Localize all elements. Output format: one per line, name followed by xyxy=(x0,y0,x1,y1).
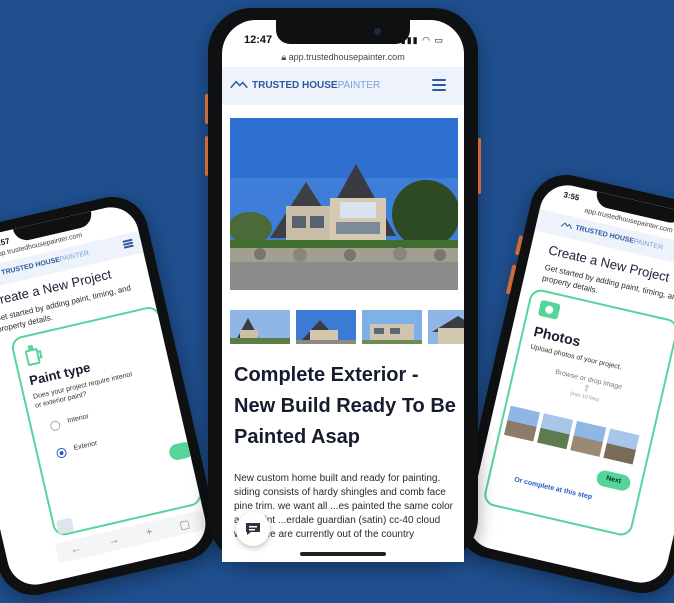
front-camera xyxy=(374,28,381,35)
site-logo[interactable]: TRUSTED HOUSE PAINTER xyxy=(230,79,380,92)
center-phone-screen: 12:47 ▮▮▮ ◠ ▭ 🔒︎ app.trustedhousepainter… xyxy=(222,20,464,562)
gallery-thumb[interactable] xyxy=(296,310,356,344)
hero-house-image[interactable] xyxy=(230,118,458,290)
interior-label: Interior xyxy=(66,413,90,425)
brand-main: TRUSTED HOUSE xyxy=(252,80,338,91)
plus-icon[interactable]: + xyxy=(145,526,154,539)
left-next-button[interactable] xyxy=(167,440,195,462)
lock-icon: 🔒︎ xyxy=(281,52,289,62)
url-text: app.trustedhousepainter.com xyxy=(288,52,405,62)
center-notch xyxy=(276,20,410,44)
center-phone-mockup: 12:47 ▮▮▮ ◠ ▭ 🔒︎ app.trustedhousepainter… xyxy=(205,8,481,562)
right-phone-mockup: 3:55 app.trustedhousepainter.com TRUSTED… xyxy=(450,167,674,601)
photo-thumb[interactable] xyxy=(570,420,607,457)
chat-icon[interactable] xyxy=(236,512,270,546)
exterior-radio[interactable] xyxy=(55,447,68,460)
left-time: 3:57 xyxy=(0,236,11,249)
brand-light: PAINTER xyxy=(337,80,381,91)
photo-thumb[interactable] xyxy=(537,413,574,450)
gallery-thumb[interactable] xyxy=(428,310,464,344)
exterior-label: Exterior xyxy=(73,439,99,453)
gallery-thumb[interactable] xyxy=(362,310,422,344)
forward-icon[interactable]: → xyxy=(107,533,120,547)
camera-icon xyxy=(537,299,561,320)
right-time: 3:55 xyxy=(562,190,581,203)
site-header: TRUSTED HOUSE PAINTER xyxy=(222,67,464,105)
interior-radio[interactable] xyxy=(49,419,62,432)
center-phone-side-button-2 xyxy=(205,136,208,176)
left-phone-mockup: 3:57 🔒︎ app.trustedhousepainter.com TRUS… xyxy=(0,189,223,603)
right-phone-side-button xyxy=(514,235,524,256)
left-paint-type-card: Paint type Does your project require int… xyxy=(9,304,204,538)
photo-thumb[interactable] xyxy=(504,405,540,442)
house-logo-icon xyxy=(230,79,248,92)
right-phone-side-button-2 xyxy=(505,264,517,295)
address-bar[interactable]: 🔒︎ app.trustedhousepainter.com xyxy=(222,52,464,63)
photo-thumb[interactable] xyxy=(603,428,640,465)
left-phone-screen: 3:57 🔒︎ app.trustedhousepainter.com TRUS… xyxy=(0,201,212,591)
right-photos-card: Photos Upload photos of your project. Br… xyxy=(481,287,674,538)
complete-later-link[interactable]: Or complete at this step xyxy=(513,476,592,501)
right-phone-screen: 3:55 app.trustedhousepainter.com TRUSTED… xyxy=(462,179,674,589)
paint-bucket-icon xyxy=(22,342,48,373)
home-indicator[interactable] xyxy=(300,552,386,556)
gallery-thumb[interactable] xyxy=(230,310,290,344)
gallery-thumbnails xyxy=(230,310,464,344)
menu-icon[interactable] xyxy=(432,79,446,91)
center-phone-side-button xyxy=(205,94,208,124)
back-icon[interactable]: ← xyxy=(69,542,82,556)
project-title: Complete Exterior - New Build Ready To B… xyxy=(234,364,456,448)
status-time: 12:47 xyxy=(244,34,273,46)
center-phone-power-button xyxy=(478,138,481,194)
tabs-icon[interactable]: ▢ xyxy=(178,517,191,532)
next-button[interactable]: Next xyxy=(595,468,632,493)
